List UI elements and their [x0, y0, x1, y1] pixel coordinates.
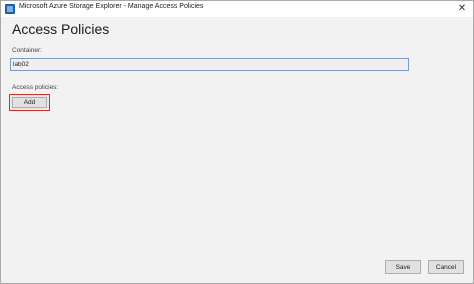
- add-policy-highlight: Add: [9, 94, 50, 111]
- add-button[interactable]: Add: [12, 97, 47, 108]
- title-bar[interactable]: Microsoft Azure Storage Explorer - Manag…: [1, 1, 473, 17]
- window-title: Microsoft Azure Storage Explorer - Manag…: [19, 3, 204, 10]
- azure-storage-explorer-icon: [5, 4, 15, 14]
- container-label: Container:: [12, 47, 42, 54]
- cancel-button[interactable]: Cancel: [428, 260, 464, 274]
- access-policies-label: Access policies:: [12, 84, 59, 91]
- save-button[interactable]: Save: [385, 260, 421, 274]
- close-icon[interactable]: ✕: [455, 2, 469, 16]
- container-field[interactable]: [10, 58, 409, 71]
- manage-access-policies-window: Microsoft Azure Storage Explorer - Manag…: [0, 0, 474, 284]
- page-title: Access Policies: [12, 21, 110, 37]
